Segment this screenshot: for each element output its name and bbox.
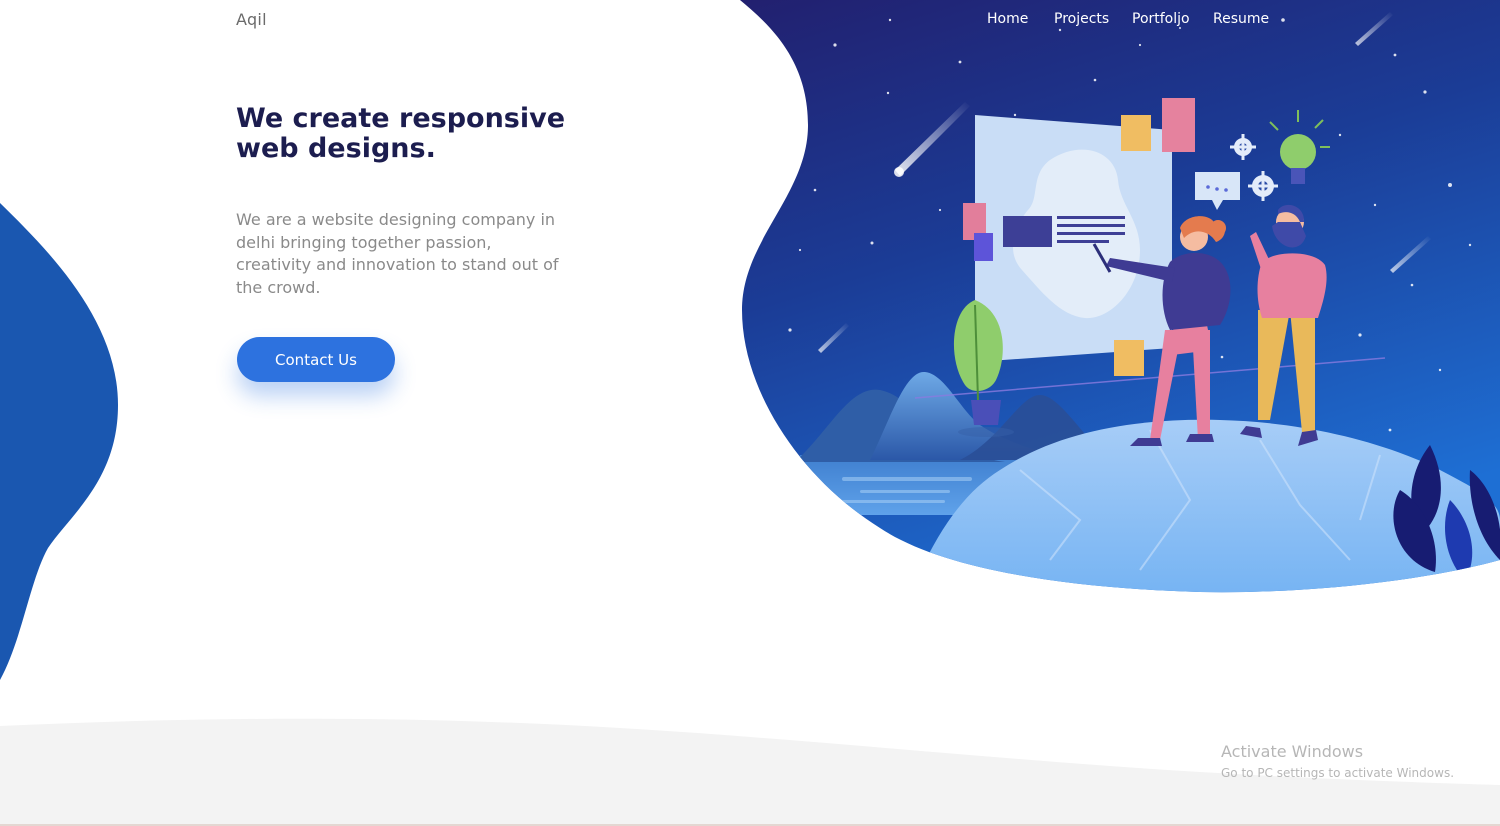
nav-projects-link[interactable]: Projects [1054,11,1109,27]
background-illustration [0,0,1500,826]
hero-description: We are a website designing company in de… [236,210,559,297]
hero-title: We create responsive web designs. [236,103,566,164]
left-decor-blob [0,203,118,680]
nav-home-link[interactable]: Home [987,11,1028,27]
activate-windows-subtitle: Go to PC settings to activate Windows. [1221,766,1455,780]
main-nav: Home Projects Portfoljo Resume [0,11,1500,31]
contact-us-button[interactable]: Contact Us [237,337,395,382]
nav-portfolio-link[interactable]: Portfoljo [1132,11,1190,27]
nav-resume-link[interactable]: Resume [1213,11,1269,27]
activate-windows-title: Activate Windows [1221,742,1364,761]
hero-illustration [740,0,1500,593]
activate-windows-watermark: Activate Windows Go to PC settings to ac… [1221,742,1454,784]
